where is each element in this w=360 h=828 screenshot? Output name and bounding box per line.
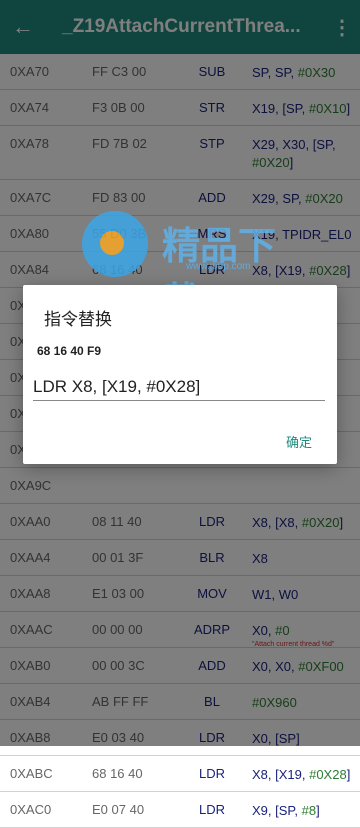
mnemonic-cell: LDR — [198, 802, 225, 817]
instruction-replace-dialog: 指令替换 68 16 40 F9 确定 — [23, 285, 337, 464]
watermark-circle-icon — [82, 211, 148, 277]
dialog-title: 指令替换 — [44, 310, 112, 330]
table-row[interactable]: 0XAC0 E0 07 40 LDR X9, [SP, #8] — [0, 792, 360, 828]
watermark-url: www.jb9p.com — [186, 261, 251, 272]
operand-text: ] — [346, 767, 351, 782]
watermark-logo: 精品下载 www.jb9p.com — [82, 205, 312, 323]
immediate-operand: #8 — [301, 803, 317, 818]
address-cell: 0XABC — [10, 766, 53, 781]
table-row[interactable]: 0XABC 68 16 40 LDR X8, [X19, #0X28] — [0, 756, 360, 792]
instruction-input[interactable] — [33, 374, 325, 401]
operand-text: ] — [316, 803, 320, 818]
operand-text: X9, [SP, — [252, 803, 302, 818]
operands-cell: X9, [SP, #8] — [244, 802, 360, 820]
bytes-cell: 68 16 40 — [92, 766, 143, 781]
address-cell: 0XAC0 — [10, 802, 52, 817]
operands-cell: X8, [X19, #0X28] — [244, 766, 360, 784]
confirm-button[interactable]: 确定 — [286, 432, 312, 451]
immediate-operand: #0X28 — [309, 767, 347, 782]
bytes-cell: E0 07 40 — [92, 802, 145, 817]
operand-text: X8, [X19, — [252, 767, 310, 782]
dialog-bytes: 68 16 40 F9 — [37, 344, 102, 358]
mnemonic-cell: LDR — [198, 766, 225, 781]
